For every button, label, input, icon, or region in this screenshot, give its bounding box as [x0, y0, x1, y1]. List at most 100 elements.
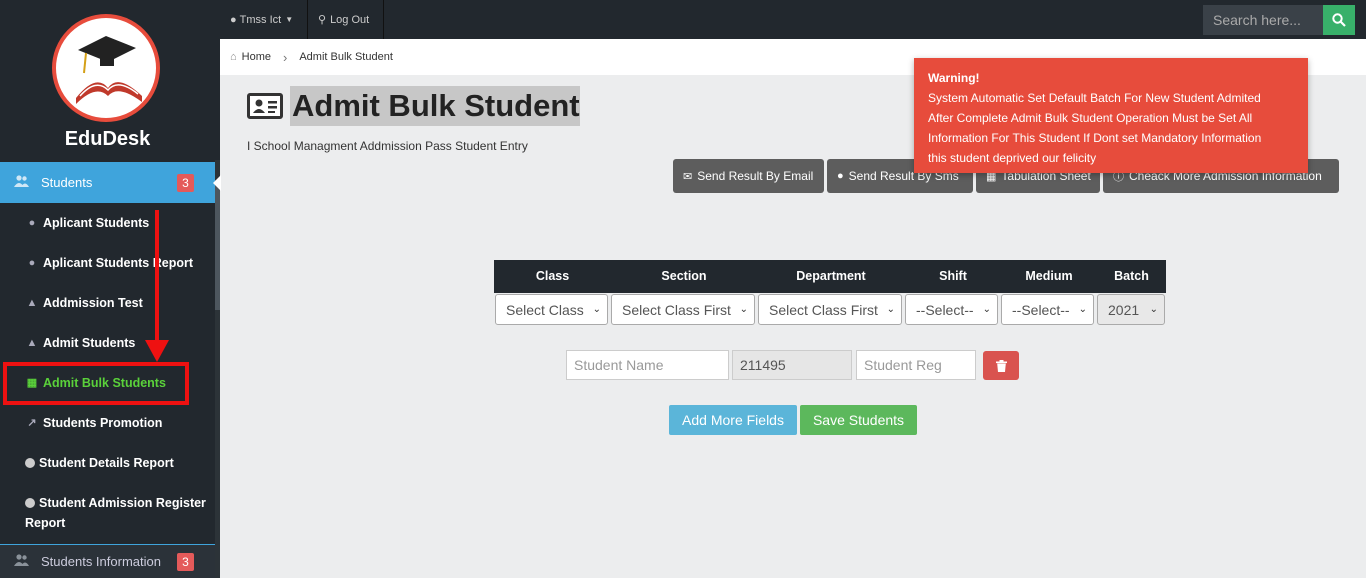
comment-icon: ●	[837, 170, 844, 182]
sidebar-item-label: Students Information	[41, 554, 161, 569]
search-icon	[1332, 13, 1346, 27]
section-select[interactable]: Select Class First ⌄	[611, 294, 755, 325]
search-input[interactable]	[1203, 5, 1323, 35]
envelope-icon: ✉	[683, 170, 693, 183]
line-chart-icon: ↗	[27, 417, 37, 429]
sidebar-item-students-promotion[interactable]: ↗ Students Promotion	[0, 413, 215, 433]
warning-line: Information For This Student If Dont set…	[928, 131, 1262, 145]
chevron-down-icon: ⌄	[982, 304, 991, 315]
student-reg-input[interactable]: Student Reg	[856, 350, 976, 380]
search-button[interactable]	[1323, 5, 1355, 35]
sidebar-item-aplicant-students[interactable]: ● Aplicant Students	[0, 213, 215, 233]
sidebar-scrollbar-thumb[interactable]	[215, 180, 220, 310]
user-icon: ●	[230, 13, 237, 26]
user-menu[interactable]: ● Tmss Ict ▼	[220, 0, 308, 39]
shift-select[interactable]: --Select-- ⌄	[905, 294, 998, 325]
sidebar-item-student-admission-register-report[interactable]: Student Admission Register Report	[0, 493, 215, 533]
chevron-down-icon: ⌄	[886, 304, 895, 315]
sidebar-item-label: Admit Students	[43, 336, 136, 350]
trash-icon	[995, 359, 1007, 372]
select-value: Select Class	[506, 301, 584, 318]
batch-select[interactable]: 2021 ⌄	[1097, 294, 1165, 325]
sidebar-item-students-information[interactable]: Students Information 3	[0, 544, 215, 578]
warning-line: System Automatic Set Default Batch For N…	[928, 91, 1261, 105]
sidebar-item-label: Students	[41, 175, 93, 190]
column-header-batch: Batch	[1114, 269, 1149, 283]
caret-down-icon: ▼	[285, 15, 294, 24]
top-navbar	[220, 0, 1366, 39]
sidebar-item-label: Addmission Test	[43, 296, 143, 310]
active-caret	[213, 175, 221, 191]
users-icon	[14, 175, 29, 190]
logout-label: Log Out	[330, 13, 370, 26]
column-header-section: Section	[661, 269, 707, 283]
select-value: Select Class First	[769, 301, 878, 318]
column-header-medium: Medium	[1025, 269, 1073, 283]
count-badge: 3	[177, 553, 194, 571]
input-value: 211495	[740, 357, 786, 373]
graduation-cap-icon: ▲	[26, 297, 38, 309]
input-placeholder: Student Reg	[864, 357, 942, 373]
select-value: 2021	[1108, 301, 1140, 318]
logout-link[interactable]: ⚲ Log Out	[308, 0, 384, 39]
warning-line: this student deprived our felicity	[928, 151, 1097, 165]
annotation-arrow-shaft	[155, 210, 159, 345]
column-header-department: Department	[796, 269, 866, 283]
annotation-arrow-head	[145, 340, 169, 362]
user-plus-icon: ●	[28, 217, 36, 229]
warning-title: Warning!	[928, 71, 980, 85]
chevron-down-icon: ⌄	[592, 304, 601, 315]
sidebar-item-label: Student Admission Register	[39, 496, 206, 510]
student-name-input[interactable]: Student Name	[566, 350, 729, 380]
sidebar-item-label: Student Details Report	[39, 456, 174, 470]
count-badge: 3	[177, 174, 194, 192]
circle-icon	[25, 458, 35, 468]
admission-table-header: Class Section Department Shift Medium Ba…	[494, 260, 1166, 293]
save-students-button[interactable]: Save Students	[800, 405, 917, 435]
column-header-class: Class	[535, 269, 570, 283]
users-icon	[14, 554, 29, 569]
select-value: --Select--	[1012, 301, 1070, 318]
circle-icon	[25, 498, 35, 508]
button-label: Send Result By Email	[697, 169, 814, 183]
class-select[interactable]: Select Class ⌄	[495, 294, 608, 325]
sidebar-item-label: Aplicant Students Report	[43, 256, 194, 270]
sidebar-item-addmission-test[interactable]: ▲ Addmission Test	[0, 293, 215, 313]
chevron-down-icon: ⌄	[1149, 304, 1158, 315]
breadcrumb-home[interactable]: Home	[242, 51, 271, 63]
sidebar-item-students[interactable]: Students 3	[0, 162, 221, 203]
sidebar-item-aplicant-students-report[interactable]: ● Aplicant Students Report	[0, 253, 215, 273]
user-plus-icon: ●	[28, 257, 36, 269]
chevron-down-icon: ⌄	[739, 304, 748, 315]
chevron-down-icon: ⌄	[1078, 304, 1087, 315]
annotation-highlight-box	[3, 362, 189, 405]
delete-row-button[interactable]	[983, 351, 1019, 380]
user-menu-label: Tmss Ict	[239, 13, 282, 26]
department-select[interactable]: Select Class First ⌄	[758, 294, 902, 325]
breadcrumb-current: Admit Bulk Student	[299, 51, 393, 63]
sidebar-item-label: Students Promotion	[43, 416, 163, 430]
chevron-right-icon: ›	[283, 49, 288, 65]
sidebar-item-label-line2: Report	[25, 516, 66, 530]
input-placeholder: Student Name	[574, 357, 664, 373]
key-icon: ⚲	[318, 14, 327, 26]
select-value: --Select--	[916, 301, 974, 318]
page-title: Admit Bulk Student	[290, 86, 580, 126]
column-header-shift: Shift	[939, 269, 967, 283]
graduation-cap-icon: ▲	[26, 337, 38, 349]
id-card-icon	[247, 93, 283, 119]
home-icon: ⌂	[230, 51, 237, 63]
student-id-field: 211495	[732, 350, 852, 380]
page-subtitle: I School Managment Addmission Pass Stude…	[247, 139, 528, 153]
select-value: Select Class First	[622, 301, 731, 318]
medium-select[interactable]: --Select-- ⌄	[1001, 294, 1094, 325]
edudesk-logo	[52, 14, 160, 122]
sidebar-item-student-details-report[interactable]: Student Details Report	[0, 453, 215, 473]
sidebar-item-admit-students[interactable]: ▲ Admit Students	[0, 333, 215, 353]
brand-name: EduDesk	[64, 128, 151, 150]
add-more-fields-button[interactable]: Add More Fields	[669, 405, 797, 435]
send-result-email-button[interactable]: ✉ Send Result By Email	[673, 159, 824, 193]
sidebar-item-label: Aplicant Students	[43, 216, 150, 230]
warning-alert: Warning! System Automatic Set Default Ba…	[914, 58, 1308, 173]
warning-line: After Complete Admit Bulk Student Operat…	[928, 111, 1253, 125]
